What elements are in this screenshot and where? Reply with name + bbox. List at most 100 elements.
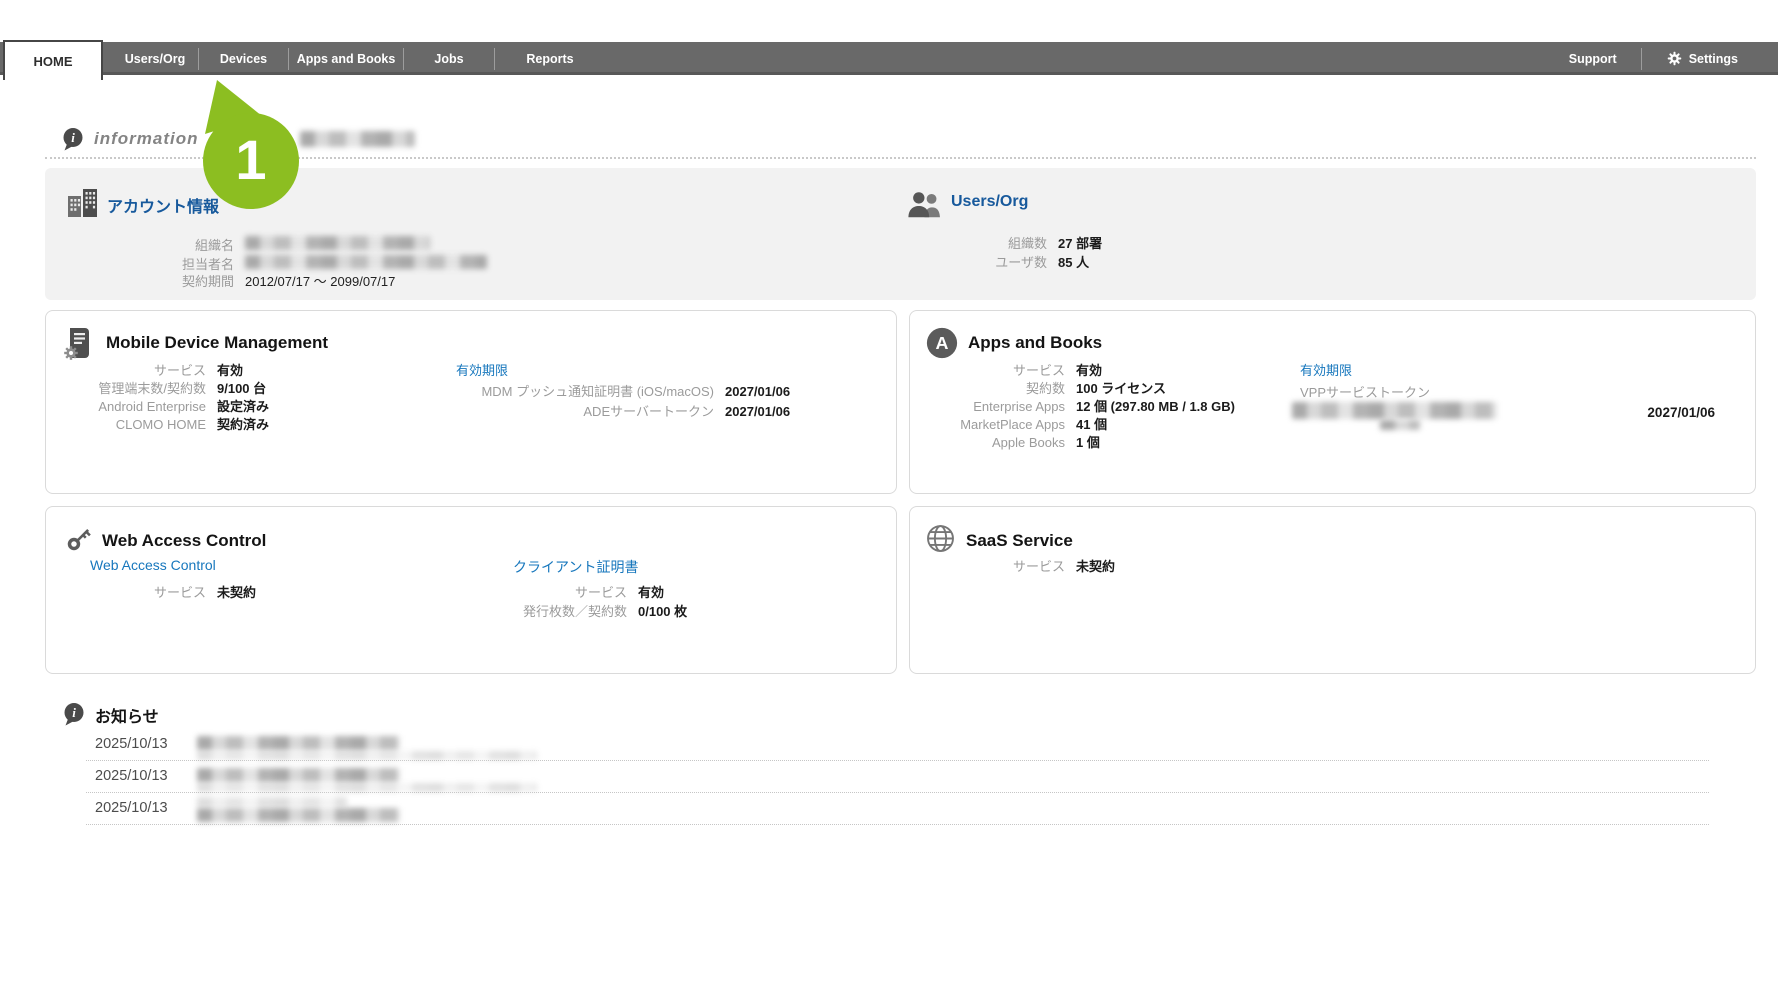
apple-books-value: 1 個 <box>1076 435 1100 451</box>
redacted-news-link[interactable] <box>197 736 400 750</box>
tab-jobs[interactable]: Jobs <box>404 42 494 75</box>
client-cert-link[interactable]: クライアント証明書 <box>513 557 638 577</box>
users-icon <box>907 190 941 220</box>
info-bubble-icon: i <box>61 127 85 151</box>
apps-license-row: 契約数 100 ライセンス <box>920 381 1166 397</box>
vpp-token-date: 2027/01/06 <box>1647 405 1715 421</box>
home-page: Users/Org Devices Apps and Books Jobs Re… <box>0 0 1778 1000</box>
mdm-push-cert-row: MDM プッシュ通知証明書 (iOS/macOS) 2027/01/06 <box>398 384 790 400</box>
account-org-row: 組織名 <box>66 236 430 254</box>
news-list-item: 2025/10/13 <box>86 762 1709 793</box>
vpp-token-label: VPPサービストークン <box>1300 385 1430 401</box>
redacted-vpp-token <box>1292 402 1497 419</box>
redacted-news-link[interactable] <box>197 808 400 822</box>
android-enterprise-value: 設定済み <box>217 399 269 415</box>
apps-and-books-card: A Apps and Books サービス 有効 契約数 100 ライセンス E… <box>909 310 1756 494</box>
service-label: サービス <box>477 585 627 601</box>
mdm-clomo-home-row: CLOMO HOME 契約済み <box>56 417 269 433</box>
apps-expiry-link[interactable]: 有効期限 <box>1300 360 1352 379</box>
clomo-home-label: CLOMO HOME <box>56 417 206 433</box>
service-value: 未契約 <box>217 585 256 601</box>
redacted-news-link[interactable] <box>197 768 400 782</box>
tab-reports[interactable]: Reports <box>495 42 605 75</box>
redacted-news-subtext <box>197 783 537 792</box>
web-access-control-card: Web Access Control Web Access Control サー… <box>45 506 897 674</box>
support-link[interactable]: Support <box>1545 42 1641 75</box>
svg-text:i: i <box>71 130 75 145</box>
app-store-icon: A <box>925 326 959 360</box>
redacted-news-subtext <box>197 797 347 807</box>
redacted-org-name <box>245 236 430 250</box>
service-value: 未契約 <box>1076 559 1115 575</box>
cert-service-row: サービス 有効 <box>477 585 664 601</box>
service-value: 有効 <box>217 363 243 379</box>
ade-token-date: 2027/01/06 <box>725 404 790 420</box>
service-label: サービス <box>56 363 206 379</box>
push-cert-date: 2027/01/06 <box>725 384 790 400</box>
mdm-expiry-link[interactable]: 有効期限 <box>456 360 508 379</box>
tab-home-active[interactable]: HOME <box>3 40 103 80</box>
clomo-home-value: 契約済み <box>217 417 269 433</box>
service-label: サービス <box>920 363 1065 379</box>
mdm-android-row: Android Enterprise 設定済み <box>56 399 269 415</box>
apple-books-label: Apple Books <box>920 435 1065 451</box>
redacted-manager-name <box>245 255 487 269</box>
buildings-icon <box>65 184 101 220</box>
license-count-value: 100 ライセンス <box>1076 381 1166 397</box>
saas-service-card: SaaS Service サービス 未契約 <box>909 506 1756 674</box>
service-label: サービス <box>56 585 206 601</box>
tab-devices[interactable]: Devices <box>199 42 288 75</box>
user-count-label: ユーザ数 <box>887 255 1047 271</box>
redacted-vpp-token <box>1380 420 1420 430</box>
marketplace-apps-row: MarketPlace Apps 41 個 <box>920 417 1107 433</box>
managed-devices-value: 9/100 台 <box>217 381 266 397</box>
nav-right-group: Support Settings <box>1545 42 1762 75</box>
service-value: 有効 <box>1076 363 1102 379</box>
saas-card-title: SaaS Service <box>966 531 1073 551</box>
wac-link[interactable]: Web Access Control <box>90 557 216 573</box>
issued-count-label: 発行枚数／契約数 <box>477 604 627 620</box>
mdm-card-title: Mobile Device Management <box>106 333 328 353</box>
user-count-row: ユーザ数 85 人 <box>887 255 1089 271</box>
svg-text:i: i <box>72 705 76 720</box>
contract-period-value: 2012/07/17 ～ 2099/07/17 <box>245 274 395 290</box>
managed-devices-label: 管理端末数/契約数 <box>56 381 206 397</box>
push-cert-label: MDM プッシュ通知証明書 (iOS/macOS) <box>398 384 714 400</box>
mdm-devices-row: 管理端末数/契約数 9/100 台 <box>56 381 266 397</box>
wac-card-title: Web Access Control <box>102 531 266 551</box>
org-name-label: 組織名 <box>66 238 234 254</box>
news-list-item: 2025/10/13 <box>86 730 1709 761</box>
tab-users-org[interactable]: Users/Org <box>112 42 198 75</box>
svg-text:A: A <box>936 333 949 353</box>
marketplace-apps-label: MarketPlace Apps <box>920 417 1065 433</box>
news-heading: お知らせ <box>95 703 159 727</box>
mdm-ade-token-row: ADEサーバートークン 2027/01/06 <box>398 404 790 420</box>
mdm-service-row: サービス 有効 <box>56 363 243 379</box>
tab-apps-and-books[interactable]: Apps and Books <box>289 42 403 75</box>
saas-service-row: サービス 未契約 <box>920 559 1115 575</box>
nav-tabs: Users/Org Devices Apps and Books Jobs Re… <box>112 42 605 75</box>
account-manager-row: 担当者名 <box>66 255 487 273</box>
globe-icon <box>925 523 956 554</box>
service-label: サービス <box>920 559 1065 575</box>
wac-service-row: サービス 未契約 <box>56 585 256 601</box>
contract-period-label: 契約期間 <box>66 274 234 290</box>
mdm-device-icon <box>61 325 97 361</box>
manager-name-label: 担当者名 <box>66 257 234 273</box>
news-date: 2025/10/13 <box>95 800 168 816</box>
apps-service-row: サービス 有効 <box>920 363 1102 379</box>
key-icon <box>63 523 95 555</box>
step-marker-number: 1 <box>226 130 276 190</box>
enterprise-apps-row: Enterprise Apps 12 個 (297.80 MB / 1.8 GB… <box>920 399 1235 415</box>
users-org-heading[interactable]: Users/Org <box>951 193 1028 211</box>
org-count-row: 組織数 27 部署 <box>887 236 1102 252</box>
settings-link[interactable]: Settings <box>1642 42 1762 75</box>
apple-books-row: Apple Books 1 個 <box>920 435 1100 451</box>
marketplace-apps-value: 41 個 <box>1076 417 1107 433</box>
top-navigation-bar: Users/Org Devices Apps and Books Jobs Re… <box>0 42 1778 75</box>
enterprise-apps-value: 12 個 (297.80 MB / 1.8 GB) <box>1076 399 1235 415</box>
news-list-item: 2025/10/13 <box>86 794 1709 825</box>
issued-count-value: 0/100 枚 <box>638 604 687 620</box>
mdm-card: Mobile Device Management サービス 有効 管理端末数/契… <box>45 310 897 494</box>
info-bubble-icon: i <box>62 702 86 726</box>
